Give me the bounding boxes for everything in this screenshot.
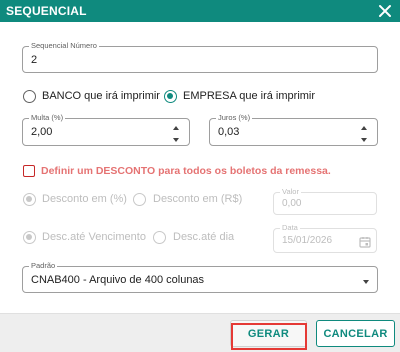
desconto-valor-label: Valor: [280, 187, 301, 197]
stepper-down-icon[interactable]: [173, 138, 179, 142]
close-icon[interactable]: [376, 2, 394, 20]
sequencial-numero-field[interactable]: Sequencial Número 2: [22, 41, 378, 73]
desconto-checkbox-label[interactable]: Definir um DESCONTO para todos os boleto…: [41, 165, 331, 177]
multa-value: 2,00: [31, 126, 53, 138]
multa-field[interactable]: Multa (%) 2,00: [22, 113, 190, 146]
multa-stepper[interactable]: [173, 124, 181, 146]
radio-desc-dia[interactable]: [153, 231, 166, 244]
calendar-icon[interactable]: [359, 236, 371, 248]
dialog-title: SEQUENCIAL: [6, 4, 87, 18]
padrao-select[interactable]: Padrão CNAB400 - Arquivo de 400 colunas: [22, 261, 378, 293]
padrao-label: Padrão: [29, 261, 58, 271]
radio-desconto-percent[interactable]: [23, 193, 36, 206]
radio-empresa[interactable]: [164, 90, 177, 103]
desconto-data-label: Data: [280, 223, 300, 233]
desconto-checkbox[interactable]: [23, 165, 35, 177]
sequencial-numero-label: Sequencial Número: [29, 41, 99, 51]
radio-empresa-label[interactable]: EMPRESA que irá imprimir: [183, 90, 315, 102]
desconto-data-value: 15/01/2026: [282, 235, 333, 246]
radio-desc-vencimento[interactable]: [23, 231, 36, 244]
radio-desconto-reais[interactable]: [133, 193, 146, 206]
radio-desc-vencimento-label[interactable]: Desc.até Vencimento: [42, 231, 146, 243]
desconto-valor-value: 0,00: [282, 198, 302, 209]
juros-stepper[interactable]: [361, 124, 369, 146]
padrao-value: CNAB400 - Arquivo de 400 colunas: [31, 274, 205, 286]
radio-desc-dia-label[interactable]: Desc.até dia: [173, 231, 234, 243]
juros-value: 0,03: [218, 126, 240, 138]
stepper-down-icon[interactable]: [361, 138, 367, 142]
dialog-header: SEQUENCIAL: [0, 0, 400, 22]
radio-desconto-reais-label[interactable]: Desconto em (R$): [153, 193, 242, 205]
radio-banco-label[interactable]: BANCO que irá imprimir: [42, 90, 160, 102]
radio-banco[interactable]: [23, 90, 36, 103]
juros-label: Juros (%): [216, 113, 253, 123]
sequencial-dialog: SEQUENCIAL Sequencial Número 2 BANCO que…: [0, 0, 400, 352]
chevron-down-icon[interactable]: [363, 280, 369, 284]
stepper-up-icon[interactable]: [173, 126, 179, 130]
radio-desconto-percent-label[interactable]: Desconto em (%): [42, 193, 127, 205]
juros-field[interactable]: Juros (%) 0,03: [209, 113, 378, 146]
stepper-up-icon[interactable]: [361, 126, 367, 130]
desconto-valor-field[interactable]: Valor 0,00: [273, 187, 377, 215]
sequencial-numero-value: 2: [31, 54, 38, 66]
desconto-data-field[interactable]: Data 15/01/2026: [273, 223, 377, 253]
cancelar-button[interactable]: CANCELAR: [316, 320, 395, 347]
multa-label: Multa (%): [29, 113, 66, 123]
dialog-footer: GERAR CANCELAR: [0, 313, 400, 352]
gerar-button[interactable]: GERAR: [230, 320, 307, 347]
